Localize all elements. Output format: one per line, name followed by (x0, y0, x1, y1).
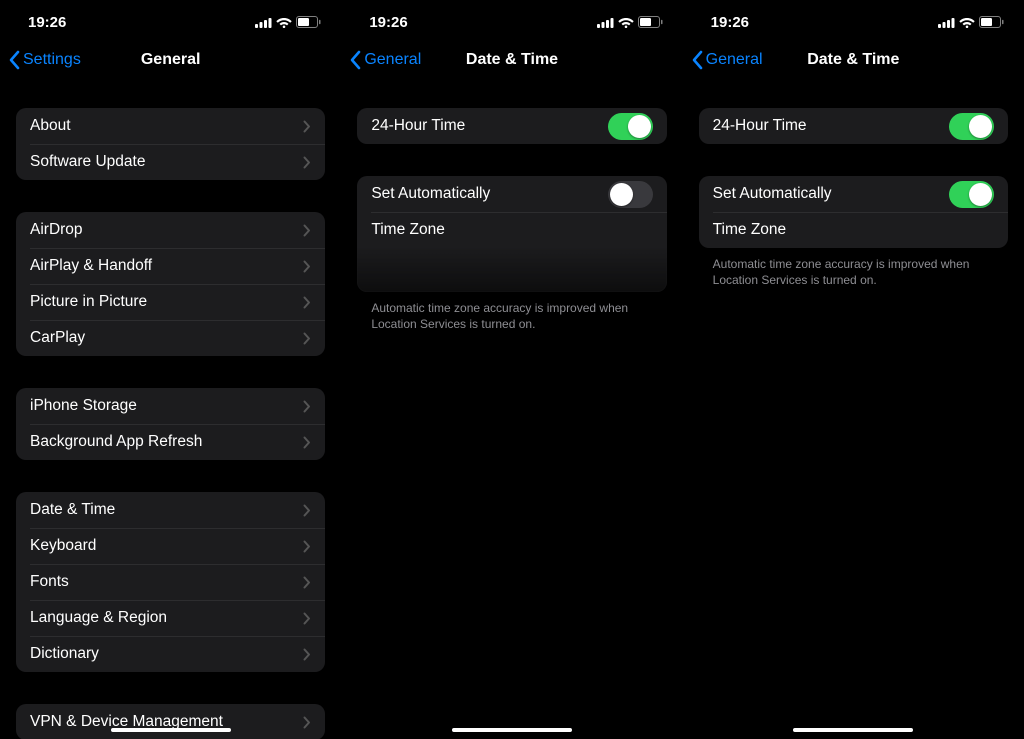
toggle-set-automatically[interactable] (949, 181, 994, 208)
battery-icon (638, 16, 663, 28)
status-bar: 19:26 (683, 0, 1024, 44)
row-vpn-device-management[interactable]: VPN & Device Management (16, 704, 325, 739)
chevron-right-icon (303, 332, 311, 345)
settings-group: 24-Hour Time (357, 108, 666, 144)
settings-group: VPN & Device Management (16, 704, 325, 739)
status-time: 19:26 (711, 14, 749, 31)
row-dictionary[interactable]: Dictionary (16, 636, 325, 672)
footer-note: Automatic time zone accuracy is improved… (357, 292, 666, 332)
toggle-24-hour[interactable] (608, 113, 653, 140)
wifi-icon (618, 16, 634, 28)
nav-title: General (141, 51, 201, 69)
chevron-right-icon (303, 504, 311, 517)
row-set-automatically: Set Automatically (699, 176, 1008, 212)
row-carplay[interactable]: CarPlay (16, 320, 325, 356)
nav-back-label: General (364, 51, 421, 69)
status-bar: 19:26 (341, 0, 682, 44)
phone-screen-general: 19:26 Settings General About Software Up… (0, 0, 341, 739)
cellular-icon (597, 17, 614, 28)
toggle-set-automatically[interactable] (608, 181, 653, 208)
content-date-time: 24-Hour Time Set Automatically Time Zone… (341, 76, 682, 739)
row-keyboard[interactable]: Keyboard (16, 528, 325, 564)
battery-icon (979, 16, 1004, 28)
cellular-icon (255, 17, 272, 28)
settings-group: Set Automatically Time Zone (357, 176, 666, 292)
status-icons (597, 16, 663, 28)
settings-group: Set Automatically Time Zone (699, 176, 1008, 248)
row-24-hour-time: 24-Hour Time (699, 108, 1008, 144)
row-24-hour-time: 24-Hour Time (357, 108, 666, 144)
status-bar: 19:26 (0, 0, 341, 44)
row-iphone-storage[interactable]: iPhone Storage (16, 388, 325, 424)
chevron-right-icon (303, 648, 311, 661)
nav-back-button[interactable]: Settings (8, 44, 81, 76)
nav-bar: General Date & Time (683, 44, 1024, 76)
row-software-update[interactable]: Software Update (16, 144, 325, 180)
battery-icon (296, 16, 321, 28)
nav-title: Date & Time (466, 51, 558, 69)
chevron-left-icon (8, 50, 20, 70)
home-indicator[interactable] (111, 728, 231, 732)
phone-screen-date-time-off: 19:26 General Date & Time 24-Hour Time S… (341, 0, 682, 739)
settings-group: AirDrop AirPlay & Handoff Picture in Pic… (16, 212, 325, 356)
chevron-right-icon (303, 716, 311, 729)
phone-screen-date-time-on: 19:26 General Date & Time 24-Hour Time S… (683, 0, 1024, 739)
wifi-icon (276, 16, 292, 28)
settings-group: About Software Update (16, 108, 325, 180)
row-date-time[interactable]: Date & Time (16, 492, 325, 528)
settings-group: 24-Hour Time (699, 108, 1008, 144)
nav-back-button[interactable]: General (691, 44, 763, 76)
toggle-24-hour[interactable] (949, 113, 994, 140)
row-airdrop[interactable]: AirDrop (16, 212, 325, 248)
row-language-region[interactable]: Language & Region (16, 600, 325, 636)
row-fonts[interactable]: Fonts (16, 564, 325, 600)
nav-bar: General Date & Time (341, 44, 682, 76)
status-icons (255, 16, 321, 28)
row-about[interactable]: About (16, 108, 325, 144)
status-time: 19:26 (369, 14, 407, 31)
nav-back-label: Settings (23, 51, 81, 69)
settings-group: iPhone Storage Background App Refresh (16, 388, 325, 460)
wifi-icon (959, 16, 975, 28)
chevron-right-icon (303, 540, 311, 553)
status-icons (938, 16, 1004, 28)
chevron-right-icon (303, 612, 311, 625)
chevron-right-icon (303, 576, 311, 589)
row-set-automatically: Set Automatically (357, 176, 666, 212)
row-time-zone[interactable]: Time Zone (357, 212, 666, 248)
content-date-time: 24-Hour Time Set Automatically Time Zone… (683, 76, 1024, 739)
chevron-left-icon (349, 50, 361, 70)
home-indicator[interactable] (793, 728, 913, 732)
row-airplay-handoff[interactable]: AirPlay & Handoff (16, 248, 325, 284)
chevron-right-icon (303, 400, 311, 413)
content-general: About Software Update AirDrop AirPlay & … (0, 76, 341, 739)
settings-group: Date & Time Keyboard Fonts Language & Re… (16, 492, 325, 672)
status-time: 19:26 (28, 14, 66, 31)
nav-title: Date & Time (807, 51, 899, 69)
redacted-area (357, 248, 666, 292)
chevron-right-icon (303, 224, 311, 237)
chevron-right-icon (303, 296, 311, 309)
chevron-right-icon (303, 260, 311, 273)
cellular-icon (938, 17, 955, 28)
row-background-app-refresh[interactable]: Background App Refresh (16, 424, 325, 460)
chevron-right-icon (303, 156, 311, 169)
chevron-right-icon (303, 436, 311, 449)
nav-back-button[interactable]: General (349, 44, 421, 76)
row-picture-in-picture[interactable]: Picture in Picture (16, 284, 325, 320)
chevron-left-icon (691, 50, 703, 70)
footer-note: Automatic time zone accuracy is improved… (699, 248, 1008, 288)
home-indicator[interactable] (452, 728, 572, 732)
nav-bar: Settings General (0, 44, 341, 76)
nav-back-label: General (706, 51, 763, 69)
chevron-right-icon (303, 120, 311, 133)
row-time-zone: Time Zone (699, 212, 1008, 248)
